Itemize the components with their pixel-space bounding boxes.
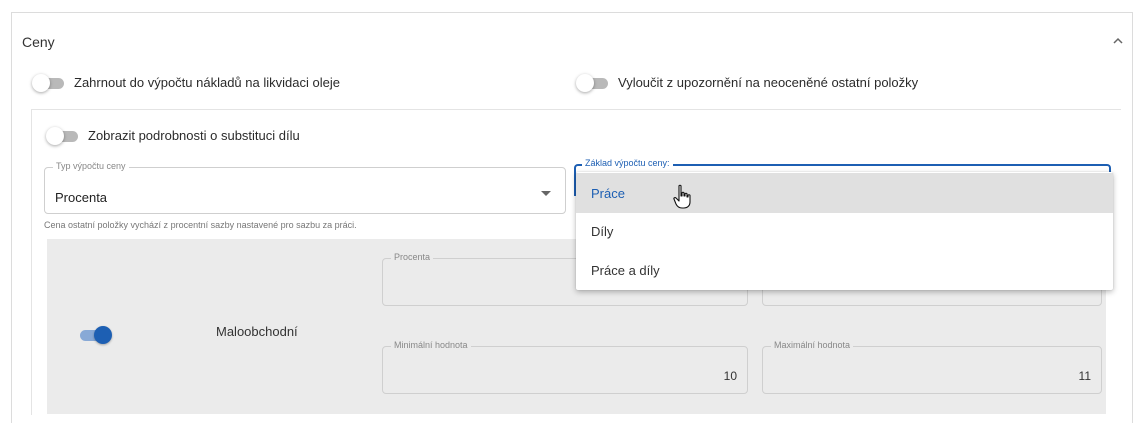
menu-item-label: Práce a díly (591, 263, 660, 278)
menu-item-label: Díly (591, 224, 614, 239)
price-calc-type-label: Typ výpočtu ceny (53, 161, 129, 171)
caret-down-icon[interactable] (541, 191, 551, 196)
substitution-toggle-row[interactable]: Zobrazit podrobnosti o substituci dílu (46, 126, 300, 145)
menu-item-prace-a-dily[interactable]: Práce a díly (576, 250, 1113, 290)
oil-disposal-toggle-row[interactable]: Zahrnout do výpočtu nákladů na likvidaci… (32, 73, 340, 92)
min-value: 10 (723, 369, 737, 383)
max-value: 11 (1078, 369, 1091, 383)
exclude-warnings-switch[interactable] (576, 73, 610, 92)
max-value-label: Maximální hodnota (771, 340, 854, 350)
oil-disposal-label: Zahrnout do výpočtu nákladů na likvidaci… (74, 75, 340, 90)
price-calc-type-value: Procenta (55, 190, 108, 205)
percent-label: Procenta (391, 252, 434, 262)
exclude-warnings-toggle-row[interactable]: Vyloučit z upozornění na neoceněné ostat… (576, 73, 919, 92)
oil-disposal-switch[interactable] (32, 73, 66, 92)
substitution-switch[interactable] (46, 126, 80, 145)
substitution-label: Zobrazit podrobnosti o substituci dílu (88, 128, 300, 143)
exclude-warnings-label: Vyloučit z upozornění na neoceněné ostat… (618, 75, 919, 90)
price-calc-base-label: Základ výpočtu ceny: (582, 158, 673, 168)
price-calc-type-helper: Cena ostatní položky vychází z procentní… (44, 220, 357, 230)
retail-label: Maloobchodní (216, 324, 298, 339)
section-title: Ceny (22, 34, 55, 50)
menu-item-label: Práce (591, 186, 625, 201)
menu-item-prace[interactable]: Práce (576, 173, 1113, 213)
retail-toggle-row[interactable] (78, 326, 120, 344)
price-calc-base-menu: Práce Díly Práce a díly (576, 172, 1113, 290)
price-calc-type-select[interactable]: Typ výpočtu ceny Procenta (44, 161, 566, 214)
min-value-label: Minimální hodnota (391, 340, 471, 350)
chevron-up-icon[interactable] (1111, 34, 1125, 48)
max-value-field[interactable]: Maximální hodnota 11 (762, 340, 1102, 394)
menu-item-dily[interactable]: Díly (576, 211, 1113, 251)
min-value-field[interactable]: Minimální hodnota 10 (382, 340, 748, 394)
hand-pointer-icon (673, 184, 691, 209)
retail-switch[interactable] (78, 326, 112, 344)
